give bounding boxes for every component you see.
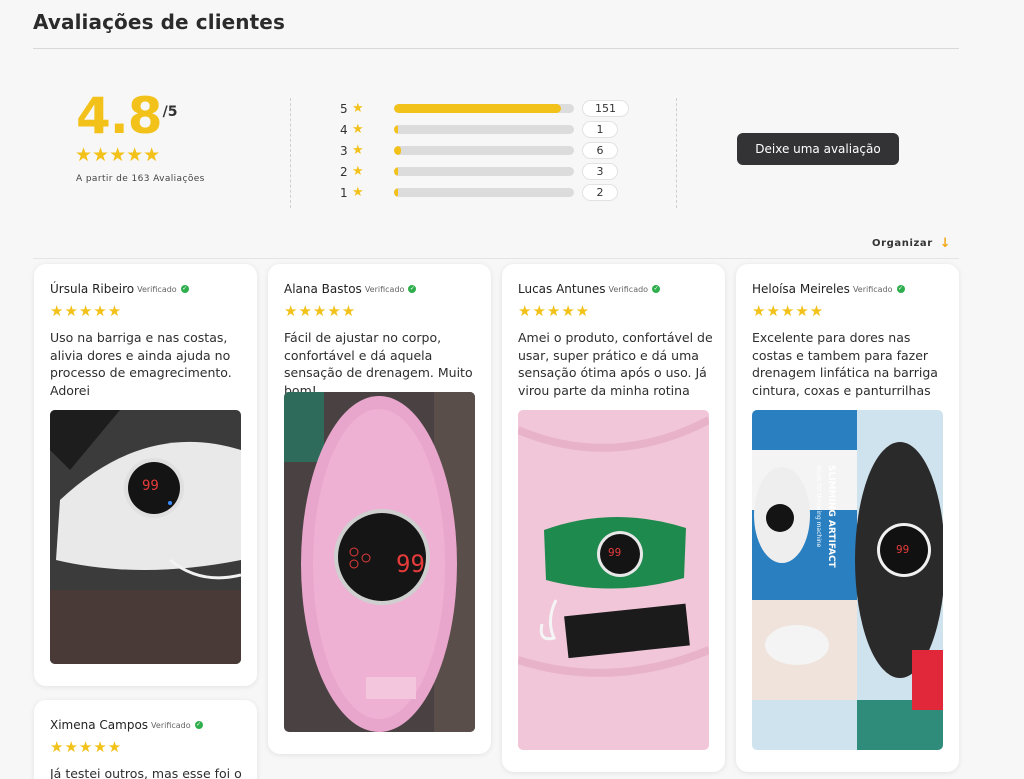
review-card[interactable]: Úrsula Ribeiro Verificado ✓ ★★★★★ Uso na…: [34, 264, 257, 686]
rating-bar-fill: [394, 167, 398, 176]
review-text: Uso na barriga e nas costas, alivia dore…: [50, 330, 232, 398]
review-card[interactable]: Lucas Antunes Verificado ✓ ★★★★★ Amei o …: [502, 264, 725, 772]
reviewer-name: Lucas Antunes: [518, 282, 606, 296]
rating-label: 3: [340, 143, 348, 158]
reviewer-name: Ximena Campos: [50, 718, 149, 732]
rating-bar: [394, 188, 574, 197]
verified-label: Verificado: [608, 284, 649, 294]
review-star-icons: ★★★★★: [752, 302, 825, 320]
verified-check-icon: ✓: [194, 721, 203, 729]
rating-count: 1: [582, 121, 618, 138]
pink-massager-photo[interactable]: 99: [284, 392, 475, 732]
white-massager-photo[interactable]: 99: [50, 410, 241, 664]
verified-label: Verificado: [852, 284, 893, 294]
page-title: Avaliações de clientes: [33, 10, 285, 34]
review-header: Alana Bastos Verificado ✓: [284, 282, 417, 296]
verified-label: Verificado: [151, 720, 191, 730]
svg-text:99: 99: [896, 543, 909, 556]
rating-label: 5: [340, 101, 348, 116]
review-card[interactable]: Ximena Campos Verificado ✓ ★★★★★ Já test…: [34, 700, 257, 779]
box-subtitle-text: Waist fat throwing machine: [815, 465, 822, 548]
verified-label: Verificado: [137, 284, 177, 294]
title-divider: [33, 48, 959, 49]
rating-row-5[interactable]: 5 ★ 151: [340, 98, 629, 119]
star-icon: ★: [352, 164, 364, 179]
review-card[interactable]: Heloísa Meireles Verificado ✓ ★★★★★ Exce…: [736, 264, 959, 772]
verified-check-icon: ✓: [652, 285, 661, 293]
rating-bar-fill: [394, 188, 398, 197]
green-massager-photo[interactable]: 99: [518, 410, 709, 750]
rating-count: 6: [582, 142, 618, 159]
average-score: 4.8 /5: [76, 88, 177, 144]
reviewer-name: Alana Bastos: [284, 282, 362, 296]
review-card[interactable]: Alana Bastos Verificado ✓ ★★★★★ Fácil de…: [268, 264, 491, 754]
rating-label: 1: [340, 185, 348, 200]
review-header: Lucas Antunes Verificado ✓: [518, 282, 661, 296]
average-score-max: /5: [162, 104, 178, 120]
review-star-icons: ★★★★★: [518, 302, 591, 320]
reviewer-name: Heloísa Meireles: [752, 282, 850, 296]
sort-divider: [33, 258, 959, 259]
rating-label: 4: [340, 122, 348, 137]
arrow-down-icon: ↓: [939, 236, 952, 251]
reviewer-name: Úrsula Ribeiro: [50, 282, 135, 296]
rating-bar: [394, 104, 574, 113]
review-text: Já testei outros, mas esse foi o: [50, 766, 242, 779]
verified-check-icon: ✓: [408, 285, 417, 293]
review-text: Excelente para dores nas costas e tambem…: [752, 330, 938, 398]
svg-text:99: 99: [396, 550, 425, 578]
black-massager-box-photo[interactable]: SLIMMING ARTIFACT Waist fat throwing mac…: [752, 410, 943, 750]
rating-row-4[interactable]: 4 ★ 1: [340, 119, 629, 140]
rating-bar-fill: [394, 125, 398, 134]
rating-label: 2: [340, 164, 348, 179]
average-star-icons: ★★★★★: [75, 144, 161, 166]
average-score-value: 4.8: [76, 87, 163, 145]
rating-distribution: 5 ★ 151 4 ★ 1 3 ★ 6 2 ★ 3 1 ★ 2: [340, 98, 629, 203]
rating-bar-fill: [394, 146, 401, 155]
rating-bar-fill: [394, 104, 561, 113]
rating-count: 3: [582, 163, 618, 180]
review-text: Fácil de ajustar no corpo, confortável e…: [284, 330, 473, 398]
write-review-button[interactable]: Deixe uma avaliação: [737, 133, 899, 165]
review-count-label: A partir de 163 Avaliações: [76, 174, 205, 184]
verified-label: Verificado: [364, 284, 405, 294]
rating-count: 151: [582, 100, 629, 117]
summary-divider: [676, 98, 677, 208]
star-icon: ★: [352, 101, 364, 116]
review-star-icons: ★★★★★: [50, 302, 123, 320]
review-text: Amei o produto, confortável de usar, sup…: [518, 330, 713, 398]
rating-bar: [394, 167, 574, 176]
box-title-text: SLIMMING ARTIFACT: [826, 465, 836, 569]
rating-row-3[interactable]: 3 ★ 6: [340, 140, 629, 161]
star-icon: ★: [352, 143, 364, 158]
summary-divider: [290, 98, 291, 208]
review-header: Heloísa Meireles Verificado ✓: [752, 282, 905, 296]
review-star-icons: ★★★★★: [284, 302, 357, 320]
star-icon: ★: [352, 122, 364, 137]
svg-text:99: 99: [608, 546, 621, 559]
rating-bar: [394, 146, 574, 155]
review-star-icons: ★★★★★: [50, 738, 123, 756]
review-header: Úrsula Ribeiro Verificado ✓: [50, 282, 189, 296]
star-icon: ★: [352, 185, 364, 200]
sort-label: Organizar: [872, 238, 933, 249]
svg-text:99: 99: [142, 478, 159, 494]
verified-check-icon: ✓: [896, 285, 905, 293]
rating-row-2[interactable]: 2 ★ 3: [340, 161, 629, 182]
rating-row-1[interactable]: 1 ★ 2: [340, 182, 629, 203]
sort-button[interactable]: Organizar ↓: [872, 236, 951, 251]
verified-check-icon: ✓: [180, 285, 189, 293]
review-header: Ximena Campos Verificado ✓: [50, 718, 203, 732]
rating-bar: [394, 125, 574, 134]
rating-count: 2: [582, 184, 618, 201]
